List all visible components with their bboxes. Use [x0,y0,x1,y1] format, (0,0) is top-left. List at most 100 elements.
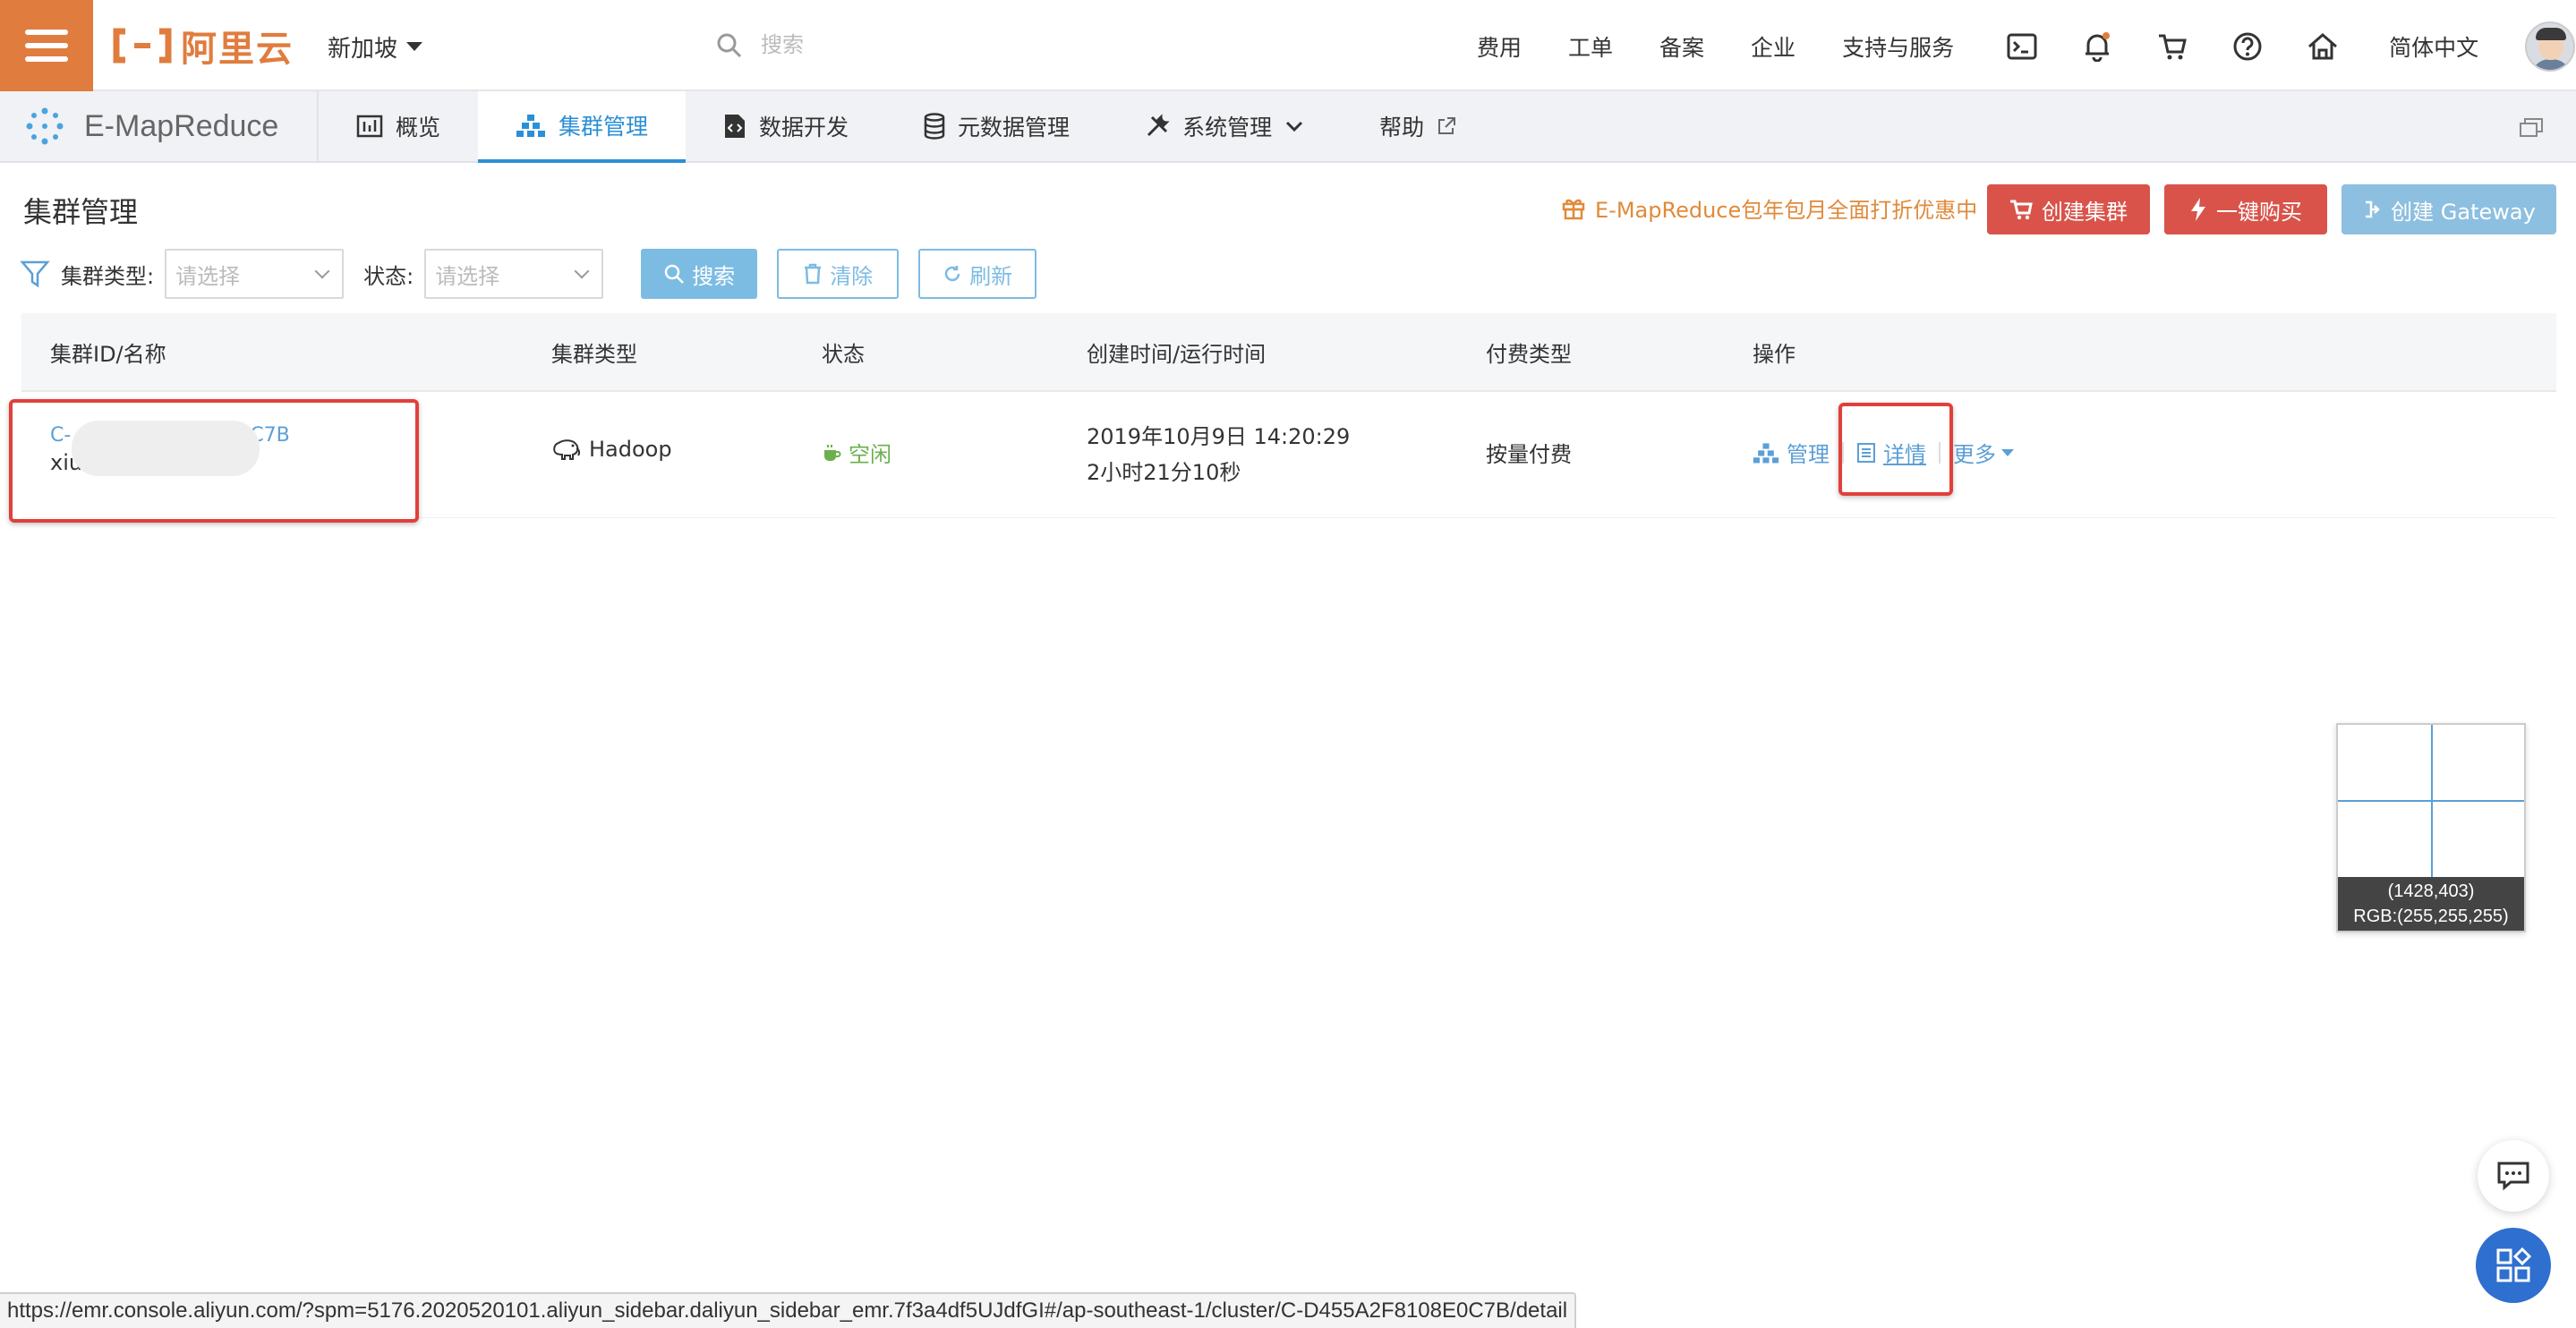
tab-label: 系统管理 [1182,115,1273,140]
chat-bubble-icon [2497,1162,2529,1191]
promo-link[interactable]: E-MapReduce包年包月全面打折优惠中 [1561,192,1977,224]
tab-label: 数据开发 [759,115,849,140]
tab-data-development[interactable]: 数据开发 [686,91,886,161]
nav-enterprise[interactable]: 企业 [1751,30,1796,63]
region-label: 新加坡 [328,35,398,63]
bar-chart-icon [356,115,383,138]
tab-label: 元数据管理 [958,115,1070,140]
refresh-button-label: 刷新 [969,263,1013,289]
cluster-type-select[interactable]: 请选择 [165,249,345,299]
one-click-buy-button[interactable]: 一键购买 [2164,184,2327,234]
cluster-type-placeholder: 请选择 [175,263,241,289]
hadoop-elephant-icon [553,439,581,460]
aliyun-logo-icon [113,28,172,64]
cluster-type-text: Hadoop [589,437,672,462]
status-url-bar: https://emr.console.aliyun.com/?spm=5176… [0,1292,1577,1328]
home-icon[interactable] [2307,30,2339,63]
tab-label: 集群管理 [559,114,649,140]
created-time-cell: 2019年10月9日 14:20:29 2小时21分10秒 [1087,419,1350,490]
more-label: 更多 [1953,442,1996,467]
coffee-cup-icon [824,444,841,461]
nav-billing[interactable]: 费用 [1477,30,1522,63]
running-time: 2小时21分10秒 [1087,460,1241,485]
search-button-label: 搜索 [692,263,736,289]
column-header-billing: 付费类型 [1486,341,1572,367]
search-icon [664,264,685,284]
gateway-icon [2366,200,2380,218]
external-link-icon [1438,117,1456,134]
picker-readout: (1428,403) RGB:(255,255,255) [2338,877,2524,931]
caret-down-icon [406,42,423,51]
create-cluster-label: 创建集群 [2042,199,2128,225]
product-tabs: 概览 集群管理 数据开发 元数据管理 系统管理 帮助 [319,91,1494,163]
billing-type: 按量付费 [1486,442,1572,467]
user-avatar[interactable] [2525,21,2576,72]
cluster-type-cell: Hadoop [551,437,672,462]
global-search [716,23,1343,68]
tab-cluster-management[interactable]: 集群管理 [478,91,687,163]
nav-support[interactable]: 支持与服务 [1842,30,1954,63]
apps-button[interactable] [2476,1228,2551,1303]
window-toggle-icon[interactable] [2519,116,2544,138]
chat-button[interactable] [2478,1140,2549,1212]
column-header-status: 状态 [822,341,865,367]
bell-icon[interactable] [2081,30,2113,63]
nav-icp-filing[interactable]: 备案 [1659,30,1704,63]
product-brand[interactable]: E-MapReduce [0,91,319,161]
language-selector[interactable]: 简体中文 [2389,30,2478,63]
tab-overview[interactable]: 概览 [319,91,478,161]
cart-icon[interactable] [2156,30,2188,63]
cart-icon [2010,200,2033,220]
emr-logo-icon [26,107,64,145]
search-button[interactable]: 搜索 [641,249,758,299]
create-gateway-label: 创建 Gateway [2391,199,2536,225]
code-file-icon [725,115,746,138]
promo-text: E-MapReduce包年包月全面打折优惠中 [1595,197,1978,223]
column-header-id: 集群ID/名称 [50,341,166,367]
aliyun-logo[interactable]: 阿里云 [113,20,294,72]
tab-label: 概览 [396,115,441,140]
status-text: 空闲 [849,442,891,467]
filter-bar: 集群类型: 请选择 状态: 请选择 搜索 清除 刷新 [20,249,1056,299]
clear-button-label: 清除 [830,263,874,289]
create-cluster-button[interactable]: 创建集群 [1987,184,2150,234]
chevron-down-icon [574,263,590,279]
manage-link[interactable]: 管理 [1753,437,1830,468]
logo-text: 阿里云 [181,29,294,70]
tab-label: 帮助 [1379,115,1425,140]
product-bar: E-MapReduce 概览 集群管理 数据开发 元数据管理 系统管理 帮助 [0,91,2576,163]
column-header-actions: 操作 [1753,341,1796,367]
help-icon[interactable] [2231,30,2264,63]
tab-help[interactable]: 帮助 [1342,91,1494,161]
table-header: 集群ID/名称 集群类型 状态 创建时间/运行时间 付费类型 操作 [21,313,2556,392]
hamburger-icon [25,30,68,62]
trash-icon [805,263,822,285]
nav-tickets[interactable]: 工单 [1568,30,1613,63]
database-icon [924,113,945,140]
region-selector[interactable]: 新加坡 [328,27,423,66]
gift-icon [1562,199,1585,220]
one-click-buy-label: 一键购买 [2216,199,2302,225]
chevron-down-icon [314,263,330,279]
more-dropdown[interactable]: 更多 [1953,437,2014,468]
menu-button[interactable] [0,0,93,91]
lightning-icon [2191,198,2205,221]
cluster-icon [1753,442,1779,463]
grid-apps-icon [2496,1247,2532,1282]
column-header-type: 集群类型 [551,341,637,367]
cluster-type-label: 集群类型: [61,263,155,289]
status-label: 状态: [363,263,414,289]
search-input[interactable] [759,32,1300,59]
tab-metadata-management[interactable]: 元数据管理 [886,91,1107,161]
refresh-button[interactable]: 刷新 [918,249,1037,299]
status-cell: 空闲 [822,437,891,468]
create-gateway-button[interactable]: 创建 Gateway [2341,184,2556,234]
picker-rgb: RGB:(255,255,255) [2353,907,2509,926]
tab-system-management[interactable]: 系统管理 [1107,91,1342,161]
chevron-down-icon [1286,121,1303,132]
color-picker-magnifier: (1428,403) RGB:(255,255,255) [2336,723,2526,932]
terminal-icon[interactable] [2006,30,2038,63]
search-icon[interactable] [716,32,743,59]
status-select[interactable]: 请选择 [424,249,604,299]
clear-button[interactable]: 清除 [777,249,900,299]
